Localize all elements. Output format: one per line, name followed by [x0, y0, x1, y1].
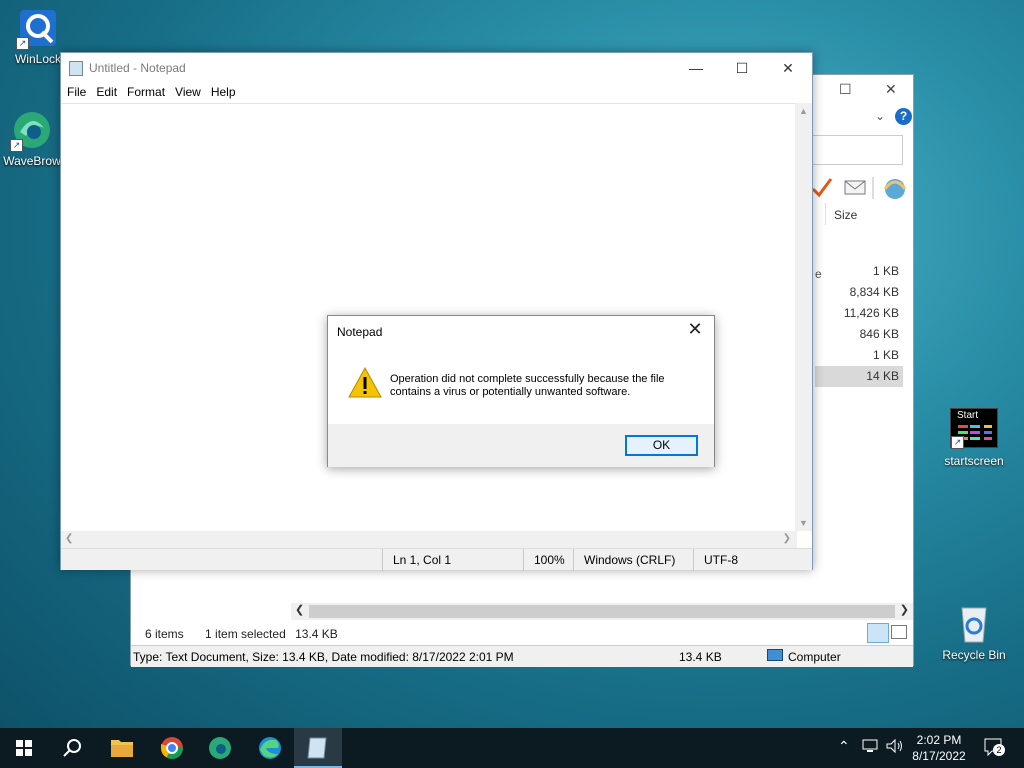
minimize-button[interactable]: —: [673, 53, 719, 83]
ok-button[interactable]: OK: [625, 435, 698, 456]
close-button[interactable]: ✕: [765, 53, 811, 83]
clock-date: 8/17/2022: [912, 749, 966, 763]
status-line-ending: Windows (CRLF): [573, 549, 693, 571]
menu-help[interactable]: Help: [211, 83, 242, 103]
volume-icon[interactable]: [886, 738, 904, 757]
winlock-icon: ↗: [16, 6, 60, 50]
menu-file[interactable]: File: [67, 83, 92, 103]
startscreen-tile-text: Start: [957, 410, 979, 421]
start-button[interactable]: [0, 728, 48, 768]
vertical-scrollbar[interactable]: ▲ ▼: [795, 103, 812, 531]
notepad-titlebar[interactable]: Untitled - Notepad — ☐ ✕: [61, 53, 812, 83]
checkmark-icon: [811, 178, 833, 198]
shortcut-arrow-icon: ↗: [951, 436, 964, 449]
list-item[interactable]: 1 KB: [815, 345, 903, 366]
menu-view[interactable]: View: [175, 83, 207, 103]
list-item[interactable]: 11,426 KB: [815, 303, 903, 324]
desktop-icon-wavebrowser[interactable]: ↗ WaveBrow: [0, 108, 68, 168]
computer-icon: [767, 649, 783, 661]
notification-badge: 2: [993, 744, 1005, 756]
dialog-title: Notepad: [337, 325, 383, 339]
windows-logo-icon: [16, 740, 32, 756]
chrome-icon: [161, 737, 183, 759]
network-icon[interactable]: [862, 738, 880, 757]
show-hidden-icons-chevron-icon[interactable]: ⌃: [838, 738, 850, 755]
desktop-icon-label: Recycle Bin: [942, 648, 1006, 662]
explorer-status-bar: 6 items 1 item selected 13.4 KB: [131, 623, 913, 645]
view-buttons: [867, 623, 911, 643]
chrome-taskbar-button[interactable]: [148, 728, 196, 768]
warning-icon: [348, 366, 382, 400]
details-location: Computer: [788, 650, 841, 664]
desktop-icon-label: startscreen: [944, 454, 1004, 468]
menu-bar: File Edit Format View Help: [61, 83, 812, 103]
list-item-selected[interactable]: 14 KB: [815, 366, 903, 387]
scroll-right-icon[interactable]: ❯: [900, 603, 909, 616]
desktop-icon-startscreen[interactable]: Start ↗ startscreen: [938, 408, 1010, 468]
dialog-footer: OK: [328, 424, 714, 467]
close-button[interactable]: ✕: [885, 81, 897, 98]
folder-icon: [111, 740, 133, 757]
status-selected-size: 13.4 KB: [295, 627, 338, 641]
ribbon-expand-chevron-icon[interactable]: ⌄: [875, 109, 885, 123]
file-explorer-taskbar-button[interactable]: [98, 728, 146, 768]
explorer-details-bar: Type: Text Document, Size: 13.4 KB, Date…: [131, 645, 913, 667]
notepad-icon: [307, 737, 327, 759]
notepad-icon: [69, 61, 83, 76]
error-dialog: Notepad ✕ Operation did not complete suc…: [327, 315, 715, 467]
scroll-up-icon[interactable]: ▲: [799, 106, 808, 116]
window-title: Untitled - Notepad: [89, 61, 186, 75]
column-header-size[interactable]: Size: [825, 203, 907, 225]
notepad-taskbar-button[interactable]: [294, 728, 342, 768]
search-box[interactable]: [811, 135, 903, 165]
status-encoding: UTF-8: [693, 549, 797, 571]
shortcut-arrow-icon: ↗: [10, 139, 23, 152]
scroll-left-icon[interactable]: ❮: [65, 533, 73, 544]
horizontal-scrollbar[interactable]: ❮ ❯: [291, 603, 913, 620]
desktop-icon-recycle-bin[interactable]: Recycle Bin: [938, 602, 1010, 662]
wavebrowser-icon: [209, 737, 231, 759]
maximize-button[interactable]: ☐: [839, 81, 852, 98]
scroll-thumb[interactable]: [309, 605, 895, 618]
details-text: Type: Text Document, Size: 13.4 KB, Date…: [133, 650, 514, 664]
search-button[interactable]: [48, 728, 96, 768]
status-position: Ln 1, Col 1: [382, 549, 523, 571]
details-view-icon[interactable]: [867, 623, 889, 643]
edge-taskbar-button[interactable]: [246, 728, 294, 768]
desktop-icon-label: WaveBrow: [3, 154, 61, 168]
file-list-sizes: 1 KB 8,834 KB 11,426 KB 846 KB 1 KB 14 K…: [815, 261, 903, 387]
scroll-right-icon[interactable]: ❯: [783, 533, 791, 544]
maximize-button[interactable]: ☐: [719, 53, 765, 83]
notepad-window: Untitled - Notepad — ☐ ✕ File Edit Forma…: [60, 52, 813, 571]
notepad-status-bar: Ln 1, Col 1 100% Windows (CRLF) UTF-8: [61, 548, 812, 571]
menu-edit[interactable]: Edit: [96, 83, 123, 103]
list-item[interactable]: 8,834 KB: [815, 282, 903, 303]
list-item[interactable]: 1 KB: [815, 261, 903, 282]
recycle-bin-icon: [952, 602, 996, 646]
shortcut-arrow-icon: ↗: [16, 37, 29, 50]
help-icon[interactable]: ?: [895, 108, 912, 125]
scroll-down-icon[interactable]: ▼: [799, 518, 808, 528]
list-item[interactable]: 846 KB: [815, 324, 903, 345]
status-zoom: 100%: [523, 549, 573, 571]
status-item-count: 6 items: [145, 627, 184, 641]
dialog-message: Operation did not complete successfully …: [390, 373, 665, 398]
edge-icon: [259, 737, 281, 759]
search-icon: [63, 739, 81, 757]
wavebrowser-taskbar-button[interactable]: [196, 728, 244, 768]
large-icons-view-icon[interactable]: [891, 625, 907, 639]
horizontal-scrollbar[interactable]: ❮ ❯: [61, 531, 797, 548]
notification-center-icon[interactable]: 2: [984, 738, 1006, 761]
taskbar: ⌃ 2:02 PM 8/17/2022 2: [0, 728, 1024, 768]
details-size: 13.4 KB: [679, 650, 722, 664]
status-selected: 1 item selected: [205, 627, 286, 641]
menu-format[interactable]: Format: [127, 83, 171, 103]
wavebrowser-icon: ↗: [10, 108, 54, 152]
clock[interactable]: 2:02 PM 8/17/2022: [906, 732, 972, 764]
clock-time: 2:02 PM: [916, 733, 962, 747]
explorer-toolbar: [811, 175, 915, 201]
scroll-left-icon[interactable]: ❮: [295, 603, 304, 616]
dialog-close-button[interactable]: ✕: [684, 319, 706, 340]
startscreen-icon: Start ↗: [950, 408, 998, 449]
